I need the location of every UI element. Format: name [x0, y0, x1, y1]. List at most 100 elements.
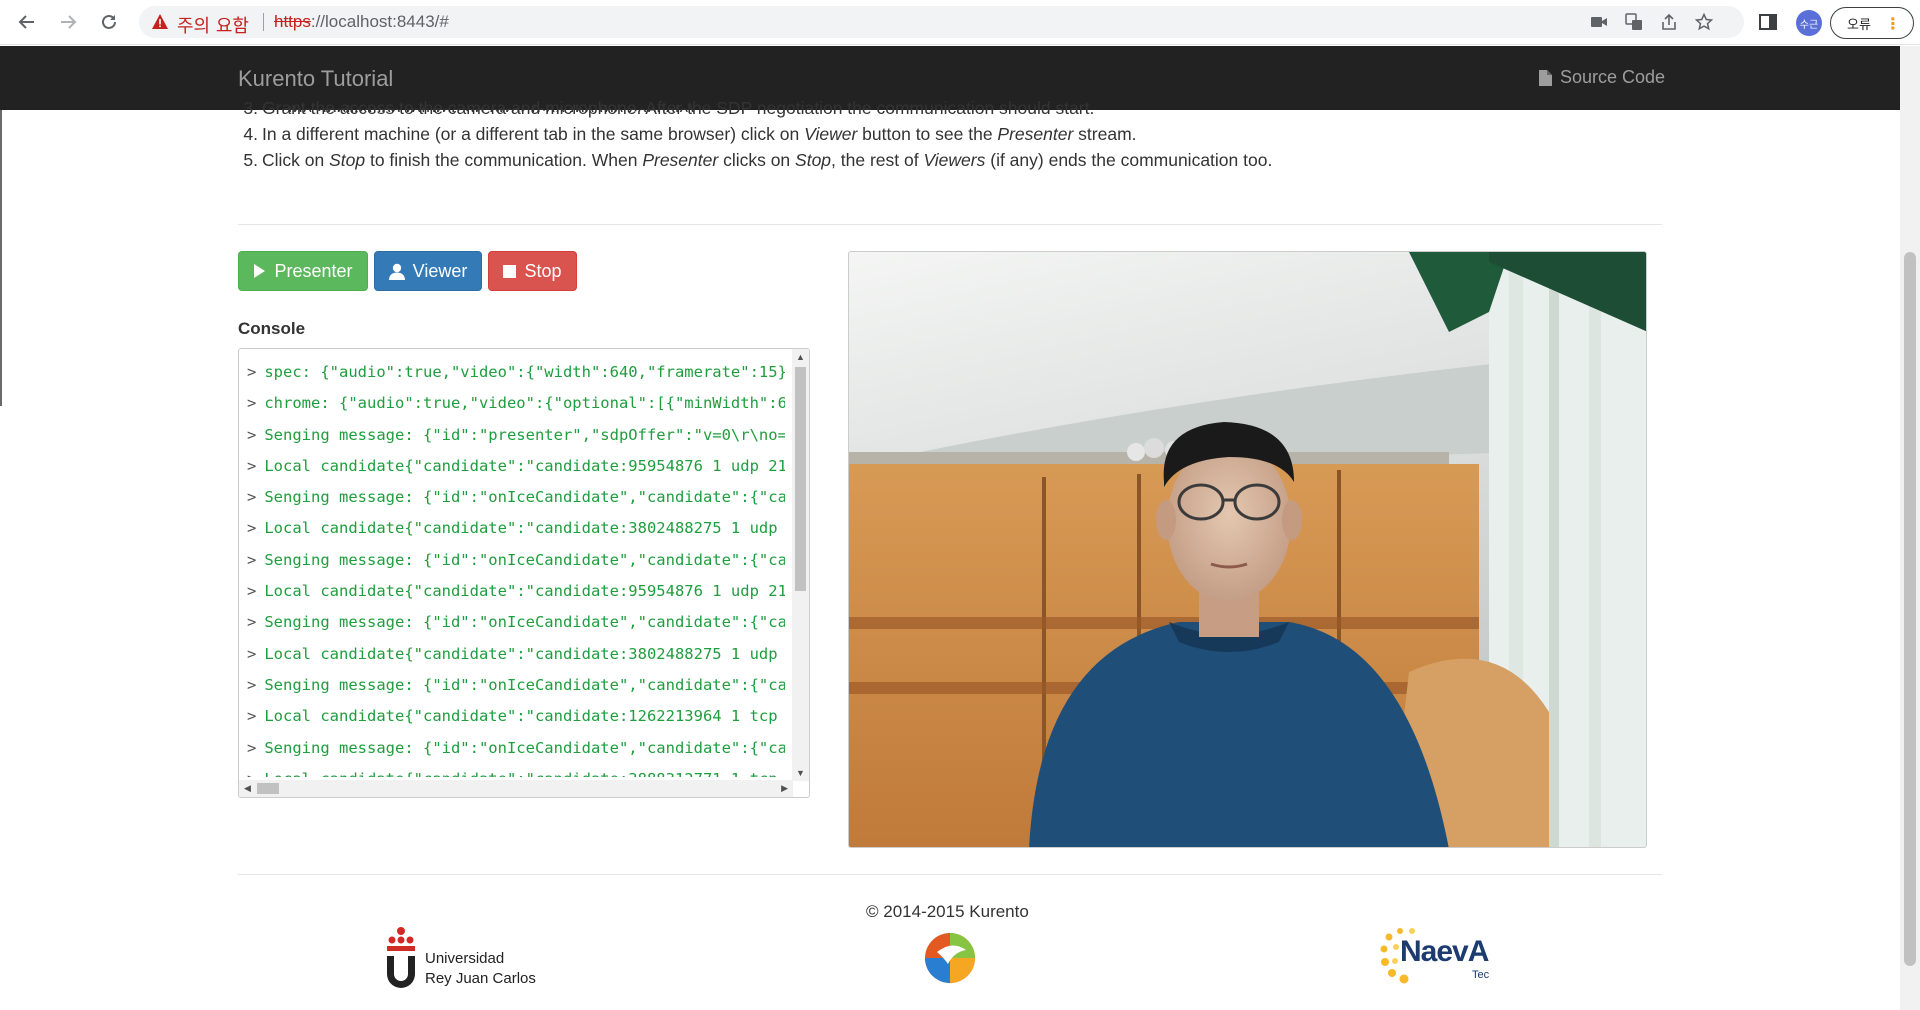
- console-line: > Senging message: {"id":"onIceCandidate"…: [247, 482, 785, 513]
- console-prompt: >: [247, 582, 257, 601]
- url-text[interactable]: https://localhost:8443/#: [274, 12, 449, 32]
- naeva-text: NaevA: [1400, 935, 1489, 968]
- scrollbar-thumb[interactable]: [795, 367, 806, 591]
- console-line-text: Senging message: {"id":"onIceCandidate",…: [264, 550, 785, 569]
- console-line: > spec: {"audio":true,"video":{"width":64…: [247, 357, 785, 388]
- scroll-left-icon[interactable]: ◀: [244, 783, 251, 794]
- window-edge: [0, 110, 2, 406]
- console-line: > Senging message: {"id":"onIceCandidate"…: [247, 545, 785, 576]
- console-line: > Local candidate{"candidate":"candidate:…: [247, 764, 785, 777]
- console-line-text: Local candidate{"candidate":"candidate:9…: [264, 456, 785, 475]
- navbar-brand[interactable]: Kurento Tutorial: [238, 66, 393, 92]
- divider: [238, 224, 1662, 225]
- scrollbar-thumb[interactable]: [257, 783, 279, 794]
- play-icon: [254, 264, 266, 278]
- console-line: > Local candidate{"candidate":"candidate:…: [247, 701, 785, 732]
- urjc-emblem-icon: [387, 927, 415, 988]
- page-scrollbar-thumb[interactable]: [1904, 252, 1916, 966]
- step-emphasis: Viewer: [804, 124, 858, 144]
- console-line: > Local candidate{"candidate":"candidate:…: [247, 639, 785, 670]
- url-scheme: https: [274, 12, 311, 31]
- step-emphasis: Stop: [329, 150, 366, 170]
- console-prompt: >: [247, 519, 257, 538]
- step-text: Click on: [262, 150, 330, 170]
- copyright-text: © 2014-2015 Kurento: [866, 902, 1029, 921]
- error-button[interactable]: 오류 ⋮: [1830, 7, 1914, 39]
- url-host: ://localhost:8443/#: [310, 12, 449, 31]
- console-line: > Senging message: {"id":"onIceCandidate"…: [247, 607, 785, 638]
- step-text: stream.: [1073, 124, 1137, 144]
- security-warning[interactable]: 주의 요함: [177, 12, 249, 38]
- back-arrow-icon[interactable]: [14, 9, 40, 35]
- profile-avatar[interactable]: 수근: [1796, 10, 1822, 36]
- share-icon[interactable]: [1659, 12, 1679, 32]
- reload-icon[interactable]: [96, 9, 122, 35]
- browser-toolbar: 주의 요함 https://localhost:8443/# 수근 오류 ⋮: [0, 0, 1920, 45]
- step-number: 3.: [243, 98, 258, 118]
- bookmark-star-icon[interactable]: [1694, 12, 1714, 32]
- forward-arrow-icon[interactable]: [55, 9, 81, 35]
- presenter-button[interactable]: Presenter: [238, 251, 368, 291]
- console-line: > Local candidate{"candidate":"candidate:…: [247, 576, 785, 607]
- console-prompt: >: [247, 488, 257, 507]
- step-emphasis: Presenter: [642, 150, 719, 170]
- address-bar[interactable]: 주의 요함 https://localhost:8443/#: [139, 6, 1744, 38]
- page-scrollbar[interactable]: [1900, 46, 1920, 1010]
- source-code-link[interactable]: Source Code: [1539, 67, 1665, 88]
- naeva-subtext: Tec: [1472, 969, 1490, 981]
- console-line-text: spec: {"audio":true,"video":{"width":640…: [264, 363, 785, 381]
- console-vertical-scrollbar[interactable]: ▲ ▼: [792, 349, 809, 781]
- console-log: > spec: {"audio":true,"video":{"width":64…: [247, 357, 785, 777]
- console-line-text: Local candidate{"candidate":"candidate:3…: [264, 770, 785, 777]
- console-line: > Local candidate{"candidate":"candidate:…: [247, 451, 785, 482]
- error-label: 오류: [1847, 17, 1871, 33]
- list-item: 5. Click on Stop to finish the communica…: [243, 148, 1273, 173]
- console-line-text: Senging message: {"id":"onIceCandidate",…: [264, 488, 785, 507]
- urjc-logo: Universidad Rey Juan Carlos: [383, 926, 553, 988]
- console-prompt: >: [247, 738, 257, 757]
- console-panel[interactable]: > spec: {"audio":true,"video":{"width":64…: [238, 348, 810, 798]
- side-panel-icon[interactable]: [1756, 10, 1780, 34]
- step-emphasis: Presenter: [997, 124, 1074, 144]
- viewer-button[interactable]: Viewer: [374, 251, 482, 291]
- video-feed[interactable]: [848, 251, 1647, 848]
- scroll-right-icon[interactable]: ▶: [781, 783, 788, 794]
- urjc-line2: Rey Juan Carlos: [425, 970, 536, 987]
- kurento-logo-icon: [925, 933, 975, 983]
- urjc-line1: Universidad: [425, 950, 505, 967]
- warning-icon[interactable]: [151, 13, 169, 31]
- menu-dots-icon: ⋮: [1884, 13, 1901, 33]
- user-icon: [388, 263, 405, 280]
- viewer-label: Viewer: [412, 260, 468, 281]
- step-number: 4.: [243, 124, 258, 144]
- console-prompt: >: [247, 456, 257, 475]
- scroll-up-icon[interactable]: ▲: [796, 352, 805, 362]
- step-text: , the rest of: [831, 150, 924, 170]
- step-text: In a different machine (or a different t…: [262, 124, 805, 144]
- step-emphasis: Stop: [795, 150, 832, 170]
- step-text: clicks on: [718, 150, 796, 170]
- console-line-text: Senging message: {"id":"presenter","sdpO…: [264, 425, 785, 444]
- console-prompt: >: [247, 425, 257, 444]
- console-line: > Senging message: {"id":"onIceCandidate"…: [247, 733, 785, 764]
- console-prompt: >: [247, 550, 257, 569]
- step-text: Grant the access to the camera and micro…: [262, 98, 1095, 118]
- console-line-text: Local candidate{"candidate":"candidate:1…: [264, 707, 785, 726]
- translate-icon[interactable]: [1624, 12, 1644, 32]
- step-emphasis: Viewers: [923, 150, 986, 170]
- console-line-text: Local candidate{"candidate":"candidate:3…: [264, 644, 785, 663]
- scroll-down-icon[interactable]: ▼: [796, 768, 805, 778]
- file-icon: [1539, 69, 1552, 86]
- console-horizontal-scrollbar[interactable]: ◀ ▶: [239, 780, 793, 797]
- naeva-logo: NaevA Tec: [1380, 923, 1500, 987]
- camera-icon[interactable]: [1589, 12, 1609, 32]
- console-line-text: chrome: {"audio":true,"video":{"optional…: [264, 394, 785, 413]
- step-text: to finish the communication. When: [365, 150, 643, 170]
- console-prompt: >: [247, 644, 257, 663]
- console-prompt: >: [247, 363, 257, 381]
- step-text: (if any) ends the communication too.: [985, 150, 1273, 170]
- stop-button[interactable]: Stop: [488, 251, 577, 291]
- divider: [238, 874, 1662, 875]
- source-code-label: Source Code: [1560, 67, 1666, 87]
- webcam-image: [849, 252, 1646, 847]
